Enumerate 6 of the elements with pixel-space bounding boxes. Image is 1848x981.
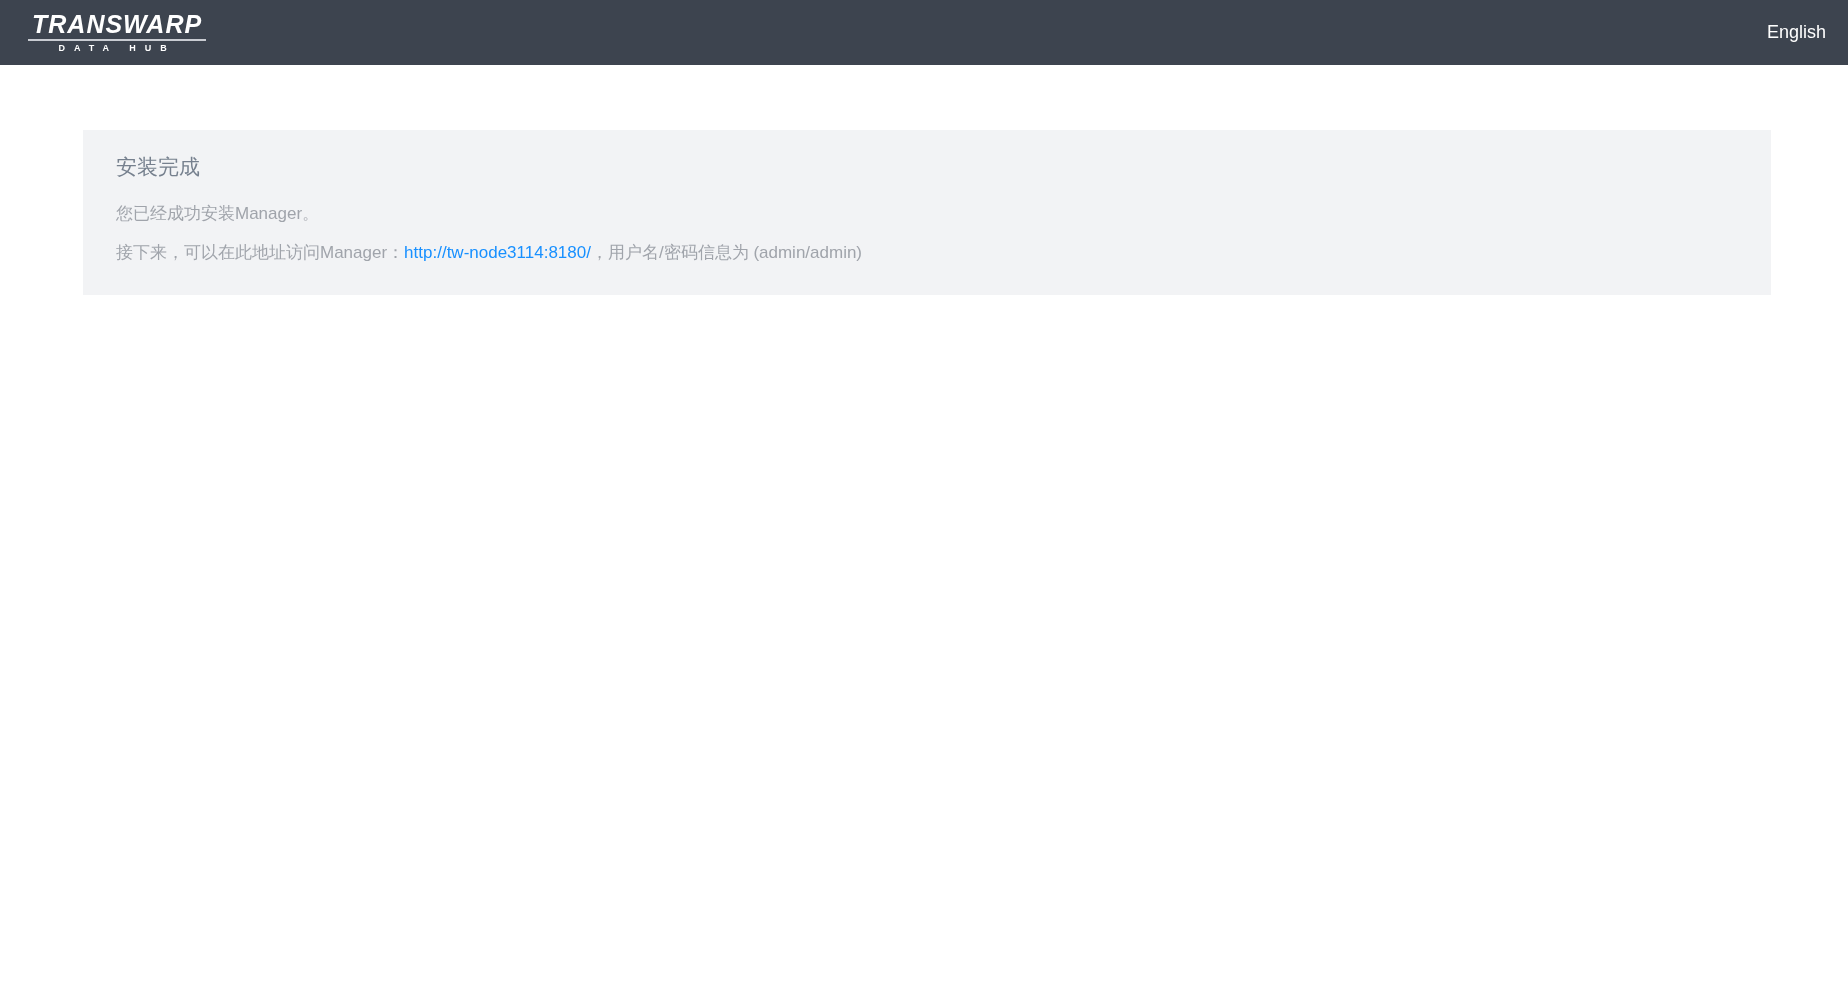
logo-subtitle: DATA HUB [58, 44, 176, 53]
access-info-text: 接下来，可以在此地址访问Manager：http://tw-node3114:8180/，用户名/密码信息为 (admin/admin) [116, 241, 864, 264]
logo-wordmark: TRANSWARP [28, 12, 207, 41]
success-message: 您已经成功安装Manager。 [116, 203, 321, 226]
language-link[interactable]: English [1766, 19, 1826, 46]
panel-title: 安装完成 [116, 154, 201, 180]
